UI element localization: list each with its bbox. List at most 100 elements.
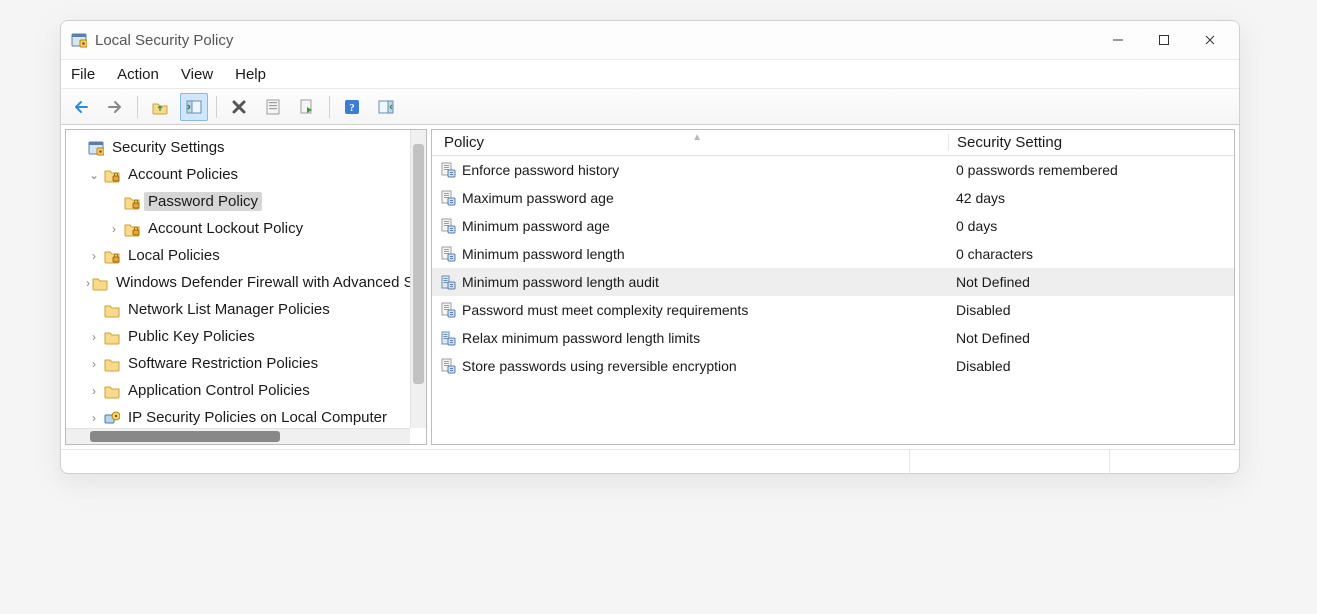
policy-icon xyxy=(440,162,456,178)
scrollbar-thumb[interactable] xyxy=(90,431,280,442)
tree-label: Network List Manager Policies xyxy=(124,300,334,319)
menubar: File Action View Help xyxy=(61,59,1239,89)
help-button[interactable] xyxy=(338,93,366,121)
tree-label: Software Restriction Policies xyxy=(124,354,322,373)
close-button[interactable] xyxy=(1187,24,1233,56)
policy-icon xyxy=(440,358,456,374)
export-list-button[interactable] xyxy=(293,93,321,121)
policy-icon xyxy=(440,302,456,318)
show-hide-action-pane-button[interactable] xyxy=(372,93,400,121)
status-segment xyxy=(1109,450,1239,473)
policy-row[interactable]: Minimum password length auditNot Defined xyxy=(432,268,1234,296)
expand-icon[interactable]: › xyxy=(86,330,102,344)
expand-icon[interactable]: › xyxy=(86,249,102,263)
policy-name: Maximum password age xyxy=(462,190,614,206)
client-area: Security Settings ⌄ Account Policies Pas… xyxy=(61,125,1239,449)
policy-value: 0 days xyxy=(948,218,1234,234)
tree-item-application-control[interactable]: › Application Control Policies xyxy=(70,377,426,404)
policy-row[interactable]: Relax minimum password length limitsNot … xyxy=(432,324,1234,352)
properties-button[interactable] xyxy=(259,93,287,121)
folder-lock-icon xyxy=(124,194,140,210)
expand-icon[interactable]: › xyxy=(86,384,102,398)
column-label: Policy xyxy=(444,134,484,151)
folder-icon xyxy=(92,275,108,291)
tree-vertical-scrollbar[interactable] xyxy=(410,130,426,428)
policy-name: Minimum password length xyxy=(462,246,625,262)
policy-row[interactable]: Minimum password age 0 days xyxy=(432,212,1234,240)
tree-label: Windows Defender Firewall with Advanced … xyxy=(112,273,426,292)
scrollbar-thumb[interactable] xyxy=(413,144,424,384)
window-title: Local Security Policy xyxy=(95,32,233,49)
tree-root[interactable]: Security Settings xyxy=(70,134,426,161)
app-icon xyxy=(71,32,87,48)
expand-icon[interactable]: › xyxy=(86,357,102,371)
expand-icon[interactable]: › xyxy=(106,222,122,236)
policy-value: Disabled xyxy=(948,302,1234,318)
menu-view[interactable]: View xyxy=(179,64,215,85)
toolbar-separator xyxy=(137,96,138,118)
up-button[interactable] xyxy=(146,93,174,121)
forward-button[interactable] xyxy=(101,93,129,121)
policy-icon xyxy=(440,330,456,346)
menu-action[interactable]: Action xyxy=(115,64,161,85)
folder-icon xyxy=(104,383,120,399)
policy-list[interactable]: Enforce password history0 passwords reme… xyxy=(432,156,1234,444)
tree-item-ip-security[interactable]: › IP Security Policies on Local Computer xyxy=(70,404,426,431)
expand-icon[interactable]: › xyxy=(86,411,102,425)
tree-item-account-policies[interactable]: ⌄ Account Policies xyxy=(70,161,426,188)
toolbar xyxy=(61,89,1239,125)
column-header-policy[interactable]: Policy ▲ xyxy=(432,134,948,151)
policy-name: Store passwords using reversible encrypt… xyxy=(462,358,737,374)
tree-label: Account Policies xyxy=(124,165,242,184)
menu-help[interactable]: Help xyxy=(233,64,268,85)
security-settings-tree[interactable]: Security Settings ⌄ Account Policies Pas… xyxy=(66,130,426,444)
policy-value: 42 days xyxy=(948,190,1234,206)
policy-value: 0 characters xyxy=(948,246,1234,262)
tree-item-firewall[interactable]: › Windows Defender Firewall with Advance… xyxy=(70,269,426,296)
tree-label: IP Security Policies on Local Computer xyxy=(124,408,391,427)
column-label: Security Setting xyxy=(957,134,1062,151)
tree-label: Public Key Policies xyxy=(124,327,259,346)
maximize-button[interactable] xyxy=(1141,24,1187,56)
menu-file[interactable]: File xyxy=(69,64,97,85)
policy-row[interactable]: Maximum password age 42 days xyxy=(432,184,1234,212)
tree-label: Local Policies xyxy=(124,246,224,265)
policy-value: Not Defined xyxy=(948,274,1234,290)
app-window: Local Security Policy File Action View H… xyxy=(60,20,1240,474)
tree-item-network-list[interactable]: Network List Manager Policies xyxy=(70,296,426,323)
ipsec-icon xyxy=(104,410,120,426)
policy-list-pane: Policy ▲ Security Setting Enforce passwo… xyxy=(431,129,1235,445)
folder-icon xyxy=(104,329,120,345)
back-button[interactable] xyxy=(67,93,95,121)
tree-item-account-lockout[interactable]: › Account Lockout Policy xyxy=(70,215,426,242)
security-settings-icon xyxy=(88,140,104,156)
tree-item-public-key[interactable]: › Public Key Policies xyxy=(70,323,426,350)
policy-row[interactable]: Enforce password history0 passwords reme… xyxy=(432,156,1234,184)
status-segment xyxy=(909,450,1109,473)
folder-lock-icon xyxy=(104,167,120,183)
expand-icon[interactable]: › xyxy=(86,276,90,290)
folder-icon xyxy=(104,302,120,318)
minimize-button[interactable] xyxy=(1095,24,1141,56)
policy-icon xyxy=(440,190,456,206)
policy-row[interactable]: Password must meet complexity requiremen… xyxy=(432,296,1234,324)
policy-name: Minimum password age xyxy=(462,218,610,234)
column-header-setting[interactable]: Security Setting xyxy=(948,134,1234,151)
policy-value: Disabled xyxy=(948,358,1234,374)
tree-pane: Security Settings ⌄ Account Policies Pas… xyxy=(65,129,427,445)
tree-item-software-restriction[interactable]: › Software Restriction Policies xyxy=(70,350,426,377)
policy-row[interactable]: Minimum password length 0 characters xyxy=(432,240,1234,268)
tree-label: Account Lockout Policy xyxy=(144,219,307,238)
folder-lock-icon xyxy=(124,221,140,237)
tree-label: Security Settings xyxy=(108,138,229,157)
titlebar: Local Security Policy xyxy=(61,21,1239,59)
delete-button[interactable] xyxy=(225,93,253,121)
status-segment xyxy=(61,450,909,473)
policy-row[interactable]: Store passwords using reversible encrypt… xyxy=(432,352,1234,380)
tree-horizontal-scrollbar[interactable] xyxy=(66,428,410,444)
show-hide-tree-button[interactable] xyxy=(180,93,208,121)
status-bar xyxy=(61,449,1239,473)
collapse-icon[interactable]: ⌄ xyxy=(86,168,102,182)
tree-item-local-policies[interactable]: › Local Policies xyxy=(70,242,426,269)
tree-item-password-policy[interactable]: Password Policy xyxy=(70,188,426,215)
